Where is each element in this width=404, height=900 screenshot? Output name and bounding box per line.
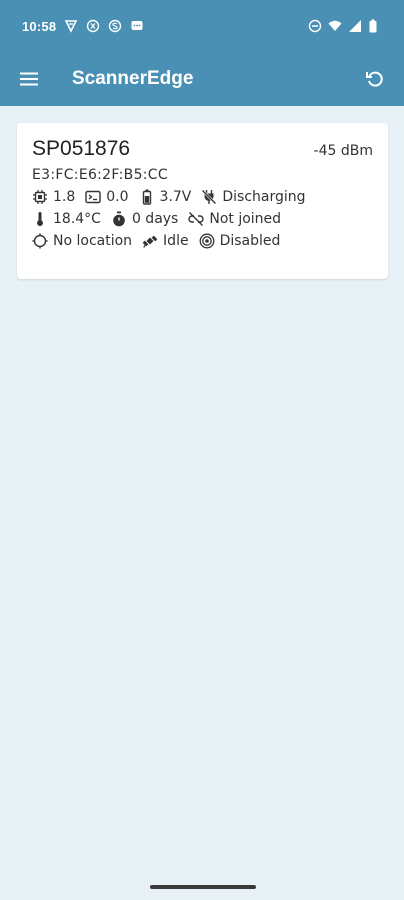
info-row-3: No location Idle Disabled [32, 233, 373, 249]
motion-item: Idle [142, 233, 189, 249]
message-notification-icon [130, 19, 144, 33]
app-title: ScannerEdge [72, 68, 194, 89]
menu-icon[interactable] [18, 68, 40, 90]
satellite-icon [142, 233, 158, 249]
shield-notification-icon [64, 19, 78, 33]
network-item: Not joined [188, 211, 281, 227]
terminal-icon [85, 189, 101, 205]
device-card[interactable]: SP051876 -45 dBm E3:FC:E6:2F:B5:CC 1.8 0… [17, 123, 388, 279]
link-off-icon [188, 211, 204, 227]
location-crosshair-icon [32, 233, 48, 249]
battery-item: 3.7V [139, 189, 192, 205]
location-value: No location [53, 233, 133, 249]
charging-item: Discharging [201, 189, 306, 205]
mode-item: Disabled [199, 233, 281, 249]
temperature-item: 18.4°C [32, 211, 101, 227]
chip-icon [32, 189, 48, 205]
mode-value: Disabled [219, 233, 281, 249]
hardware-value: 0.0 [106, 189, 129, 205]
cellular-signal-icon [348, 19, 362, 33]
info-row-2: 18.4°C 0 days Not joined [32, 211, 373, 227]
battery-level-icon [139, 189, 155, 205]
rssi-value: -45 dBm [313, 143, 373, 159]
location-item: No location [32, 233, 132, 249]
thermometer-icon [32, 211, 48, 227]
uptime-value: 0 days [131, 211, 179, 227]
device-name: SP051876 [32, 137, 131, 160]
battery-icon [368, 19, 382, 33]
circle-s-notification-icon [108, 19, 122, 33]
refresh-icon[interactable] [364, 68, 386, 90]
do-not-disturb-icon [308, 19, 322, 33]
uptime-item: 0 days [111, 211, 178, 227]
home-indicator[interactable] [150, 885, 256, 889]
mac-address: E3:FC:E6:2F:B5:CC [32, 167, 168, 183]
firmware-item: 1.8 [32, 189, 75, 205]
charging-state-value: Discharging [222, 189, 306, 205]
wifi-icon [328, 19, 342, 33]
app-bar: ScannerEdge [0, 52, 404, 106]
temperature-value: 18.4°C [53, 211, 101, 227]
info-row-1: 1.8 0.0 3.7V Discharging [32, 189, 373, 205]
hardware-item: 0.0 [85, 189, 129, 205]
status-bar: 10:58 [0, 0, 404, 52]
status-time: 10:58 [22, 18, 57, 34]
power-off-icon [201, 189, 217, 205]
firmware-value: 1.8 [53, 189, 76, 205]
network-value: Not joined [209, 211, 282, 227]
stopwatch-icon [111, 211, 127, 227]
circle-x-notification-icon [86, 19, 100, 33]
target-icon [199, 233, 215, 249]
motion-value: Idle [163, 233, 189, 249]
battery-voltage-value: 3.7V [159, 189, 192, 205]
